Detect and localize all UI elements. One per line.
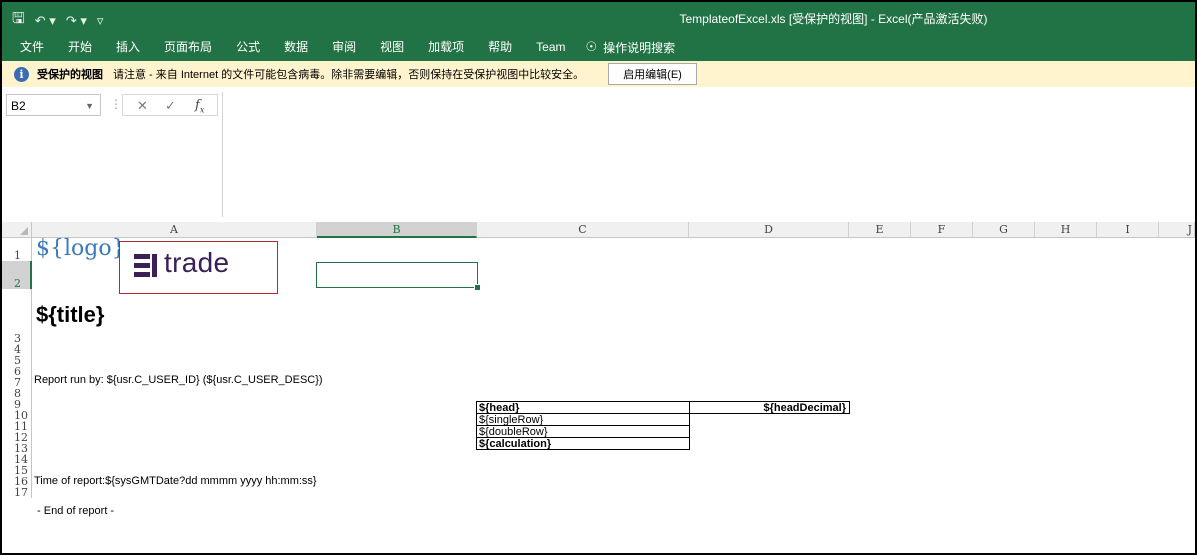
cell-d8-head-decimal[interactable]: ${headDecimal}	[689, 401, 850, 414]
cell-a6-report-run-by[interactable]: Report run by: ${usr.C_USER_ID} (${usr.C…	[34, 374, 323, 386]
enter-icon[interactable]: ✓	[165, 98, 176, 114]
worksheet-grid[interactable]: A B C D E F G H I J 1 2 3 4 5 6 7 8 9 10…	[2, 222, 1195, 553]
cancel-icon[interactable]: ✕	[137, 98, 148, 114]
column-header-h[interactable]: H	[1035, 222, 1097, 238]
name-box-value: B2	[11, 99, 26, 113]
row-header-1[interactable]: 1	[2, 238, 32, 261]
ribbon-tabs: 文件 开始 插入 页面布局 公式 数据 审阅 视图 加载项 帮助 Team ☉ …	[2, 33, 1195, 61]
chevron-down-icon[interactable]: ▼	[85, 95, 94, 117]
tab-addins[interactable]: 加载项	[416, 33, 476, 61]
info-icon: i	[14, 66, 29, 82]
column-header-j[interactable]: J	[1159, 222, 1195, 238]
tab-page-layout[interactable]: 页面布局	[152, 33, 224, 61]
row-header-2[interactable]: 2	[2, 261, 32, 289]
column-header-e[interactable]: E	[849, 222, 911, 238]
tab-formulas[interactable]: 公式	[224, 33, 272, 61]
name-box[interactable]: B2 ▼	[6, 94, 101, 116]
formula-buttons: ✕ ✓ fx	[122, 94, 218, 116]
cell-a13-time-of-report[interactable]: Time of report:${sysGMTDate?dd mmmm yyyy…	[34, 475, 317, 487]
trade-logo-icon	[134, 254, 157, 278]
lightbulb-icon: ☉	[585, 39, 598, 54]
protected-view-label: 受保护的视图	[37, 69, 103, 81]
formula-bar-grip-icon: ⋮	[110, 97, 122, 111]
tell-me-label: 操作说明搜索	[603, 40, 676, 55]
tab-data[interactable]: 数据	[272, 33, 320, 61]
title-bar: 🖫 ↶ ▾ ↷ ▾ ▿ TemplateofExcel.xls [受保护的视图]…	[2, 2, 1195, 33]
document-title: TemplateofExcel.xls [受保护的视图] - Excel(产品激…	[679, 12, 988, 26]
insert-function-icon[interactable]: fx	[195, 98, 204, 115]
column-header-b[interactable]: B	[317, 222, 477, 238]
tab-review[interactable]: 审阅	[320, 33, 368, 61]
column-header-d[interactable]: D	[689, 222, 849, 238]
protected-view-bar: i 受保护的视图 请注意 - 来自 Internet 的文件可能包含病毒。除非需…	[2, 61, 1195, 88]
tab-help[interactable]: 帮助	[476, 33, 524, 61]
trade-logo-label: trade	[164, 247, 230, 278]
tab-insert[interactable]: 插入	[104, 33, 152, 61]
cell-a1-logo-placeholder[interactable]: ${logo}	[36, 236, 126, 261]
select-all-button[interactable]	[2, 222, 32, 238]
select-all-triangle-icon	[20, 227, 28, 235]
enable-editing-button[interactable]: 启用编辑(E)	[608, 63, 697, 85]
fill-handle[interactable]	[474, 284, 481, 291]
tab-home[interactable]: 开始	[56, 33, 104, 61]
cell-a15-end-of-report[interactable]: - End of report -	[34, 505, 114, 517]
tab-team[interactable]: Team	[524, 33, 577, 61]
column-header-g[interactable]: G	[973, 222, 1035, 238]
column-header-f[interactable]: F	[911, 222, 973, 238]
selected-cell-b2[interactable]	[316, 262, 481, 291]
tell-me-search[interactable]: ☉ 操作说明搜索	[578, 39, 676, 56]
tab-view[interactable]: 视图	[368, 33, 416, 61]
column-header-c[interactable]: C	[477, 222, 689, 238]
cell-a3-title[interactable]: ${title}	[36, 302, 104, 328]
cell-c11-calculation[interactable]: ${calculation}	[476, 437, 690, 450]
row-header-3[interactable]: 3	[2, 289, 32, 344]
row-header-17[interactable]: 17	[2, 487, 32, 498]
trade-logo-image[interactable]: trade	[119, 241, 278, 294]
column-header-i[interactable]: I	[1097, 222, 1159, 238]
formula-bar: B2 ▼ ⋮ ✕ ✓ fx	[2, 87, 1195, 223]
tab-file[interactable]: 文件	[2, 33, 56, 61]
formula-input[interactable]	[222, 92, 1192, 217]
protected-view-message: 请注意 - 来自 Internet 的文件可能包含病毒。除非需要编辑，否则保持在…	[113, 69, 585, 81]
